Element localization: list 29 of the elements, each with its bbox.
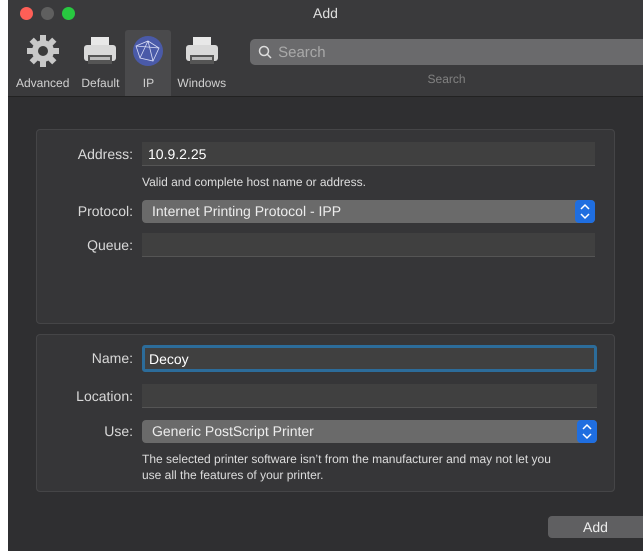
gear-icon <box>26 34 60 68</box>
globe-icon <box>131 34 166 68</box>
text-field[interactable]: 10.9.2.25 <box>142 142 595 166</box>
field-label: Queue: <box>86 236 133 255</box>
window-title: Add <box>313 4 338 22</box>
chevron-updown-icon <box>575 200 595 223</box>
field-label: Use: <box>103 422 133 441</box>
field-label: Address: <box>76 144 133 164</box>
toolbar-tab[interactable]: IP <box>125 30 172 96</box>
field-label: Location: <box>75 386 133 406</box>
search-label: Search <box>428 71 466 88</box>
popup-button[interactable]: Internet Printing Protocol - IPP <box>142 200 595 223</box>
toolbar-tab[interactable]: Default <box>75 30 126 96</box>
text-field[interactable] <box>142 233 595 257</box>
text-field[interactable] <box>142 384 597 408</box>
text-field[interactable]: Decoy <box>142 345 597 372</box>
field-label: Protocol: <box>76 202 133 221</box>
chevron-updown-icon <box>577 420 597 443</box>
window-button[interactable] <box>62 6 75 20</box>
search-field[interactable]: Search <box>250 39 643 65</box>
popup-button[interactable]: Generic PostScript Printer <box>142 420 597 443</box>
window-button[interactable] <box>20 6 33 20</box>
hint-text: Valid and complete host name or address. <box>142 174 367 190</box>
search-icon <box>258 45 272 59</box>
toolbar-tab[interactable]: Advanced <box>10 30 76 96</box>
toolbar-tab[interactable]: Windows <box>171 30 232 96</box>
field-label: Name: <box>90 349 133 368</box>
hint-text: The selected printer software isn’t from the manufacturer and may not let you use all the features of your printer. <box>142 451 552 483</box>
add-button[interactable]: Add <box>548 516 643 538</box>
